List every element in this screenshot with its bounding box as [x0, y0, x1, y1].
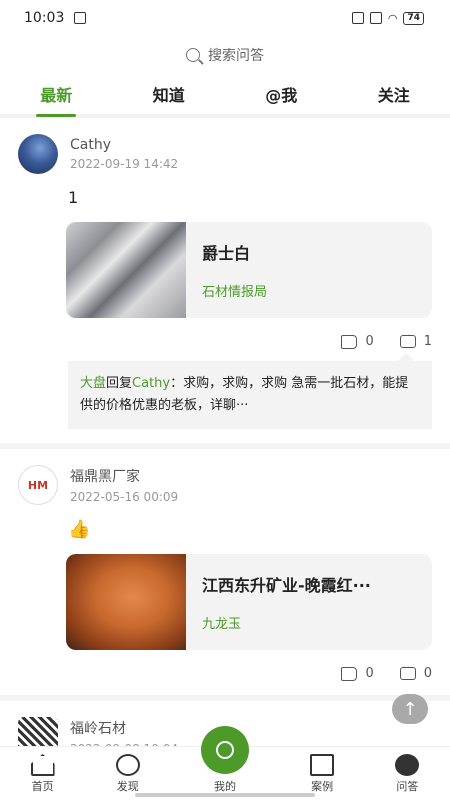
tab-know[interactable]: 知道: [149, 76, 189, 112]
wifi-icon: ◠: [387, 11, 398, 25]
avatar[interactable]: [18, 134, 58, 174]
search-placeholder: 搜索问答: [208, 48, 264, 64]
comment-count: 0: [423, 666, 432, 681]
tab-mentions[interactable]: @我: [261, 76, 301, 112]
compass-icon: [115, 754, 140, 776]
reply-verb: 回复: [106, 376, 133, 391]
comment-icon: [399, 663, 416, 680]
tab-following[interactable]: 关注: [374, 76, 414, 112]
post-text: 👍: [68, 519, 91, 540]
post-item[interactable]: Cathy 2022-09-19 14:42 1 爵士白 石材情报局 0 1 大…: [0, 118, 450, 449]
nav-home[interactable]: 首页: [30, 754, 55, 794]
qa-icon: [395, 754, 420, 776]
post-header: HM 福鼎黑厂家 2022-05-16 00:09: [18, 465, 432, 505]
tab-bar: 最新 知道 @我 关注: [0, 74, 450, 117]
user-icon: [200, 726, 249, 774]
status-time: 10:03: [24, 10, 65, 26]
author-name[interactable]: Cathy: [70, 137, 178, 153]
comment-button[interactable]: 0: [399, 663, 432, 681]
nav-mine[interactable]: 我的: [200, 726, 249, 794]
avatar[interactable]: HM: [18, 465, 58, 505]
post-stats: 0 1: [18, 331, 432, 349]
card-title: 江西东升矿业-晚霞红···: [202, 576, 371, 595]
reply-target[interactable]: Cathy: [132, 376, 170, 391]
nav-label: 问答: [396, 780, 419, 793]
bottom-nav: 首页 发现 我的 案例 问答: [0, 726, 450, 800]
comment-button[interactable]: 1: [399, 331, 432, 349]
search-icon: [186, 48, 200, 62]
status-bar: 10:03 ◠ 74: [0, 0, 450, 36]
card-source: 九龙玉: [202, 617, 242, 632]
comment-count: 1: [423, 334, 432, 349]
post-date: 2022-09-19 14:42: [70, 157, 179, 171]
card-image: [66, 222, 186, 318]
card-title: 爵士白: [202, 244, 251, 263]
home-indicator: [135, 793, 315, 797]
post-text: 1: [68, 188, 79, 207]
linked-card[interactable]: 江西东升矿业-晚霞红··· 九龙玉: [66, 554, 432, 650]
search-bar[interactable]: 搜索问答: [0, 36, 450, 74]
post-item[interactable]: HM 福鼎黑厂家 2022-05-16 00:09 👍 江西东升矿业-晚霞红··…: [0, 449, 450, 701]
like-button[interactable]: 0: [341, 666, 374, 681]
comment-icon: [399, 331, 416, 348]
linked-card[interactable]: 爵士白 石材情报局: [66, 222, 432, 318]
card-image: [66, 554, 186, 650]
nav-label: 我的: [213, 780, 236, 793]
reply-user[interactable]: 大盘: [80, 376, 106, 391]
like-count: 0: [365, 334, 374, 349]
arrow-up-icon: ↑: [402, 698, 418, 720]
mute-icon: [351, 12, 364, 24]
nav-discover[interactable]: 发现: [115, 754, 140, 794]
reply-preview[interactable]: 大盘回复Cathy：求购，求购，求购 急需一批石材，能提供的价格优惠的老板，详聊…: [68, 353, 432, 429]
post-stats: 0 0: [18, 663, 432, 681]
scroll-to-top-button[interactable]: ↑: [392, 694, 428, 724]
nav-qa[interactable]: 问答: [395, 754, 420, 794]
author-name[interactable]: 福岭石材: [70, 718, 178, 738]
tab-latest[interactable]: 最新: [36, 76, 77, 117]
post-date: 2022-05-16 00:09: [70, 490, 179, 504]
thumbs-up-icon: [341, 666, 358, 681]
author-name[interactable]: 福鼎黑厂家: [70, 466, 178, 486]
home-icon: [30, 754, 55, 776]
post-header: Cathy 2022-09-19 14:42: [18, 134, 432, 174]
like-count: 0: [365, 666, 374, 681]
sim-icon: [369, 12, 382, 24]
nav-label: 首页: [31, 780, 54, 793]
card-source: 石材情报局: [202, 285, 268, 300]
nav-label: 案例: [311, 780, 334, 793]
thumbs-up-icon: [341, 334, 358, 349]
case-icon: [310, 754, 335, 776]
like-button[interactable]: 0: [341, 334, 374, 349]
nav-label: 发现: [116, 780, 139, 793]
battery-icon: 74: [403, 11, 424, 25]
notification-icon: [74, 12, 87, 24]
nav-cases[interactable]: 案例: [310, 754, 335, 794]
